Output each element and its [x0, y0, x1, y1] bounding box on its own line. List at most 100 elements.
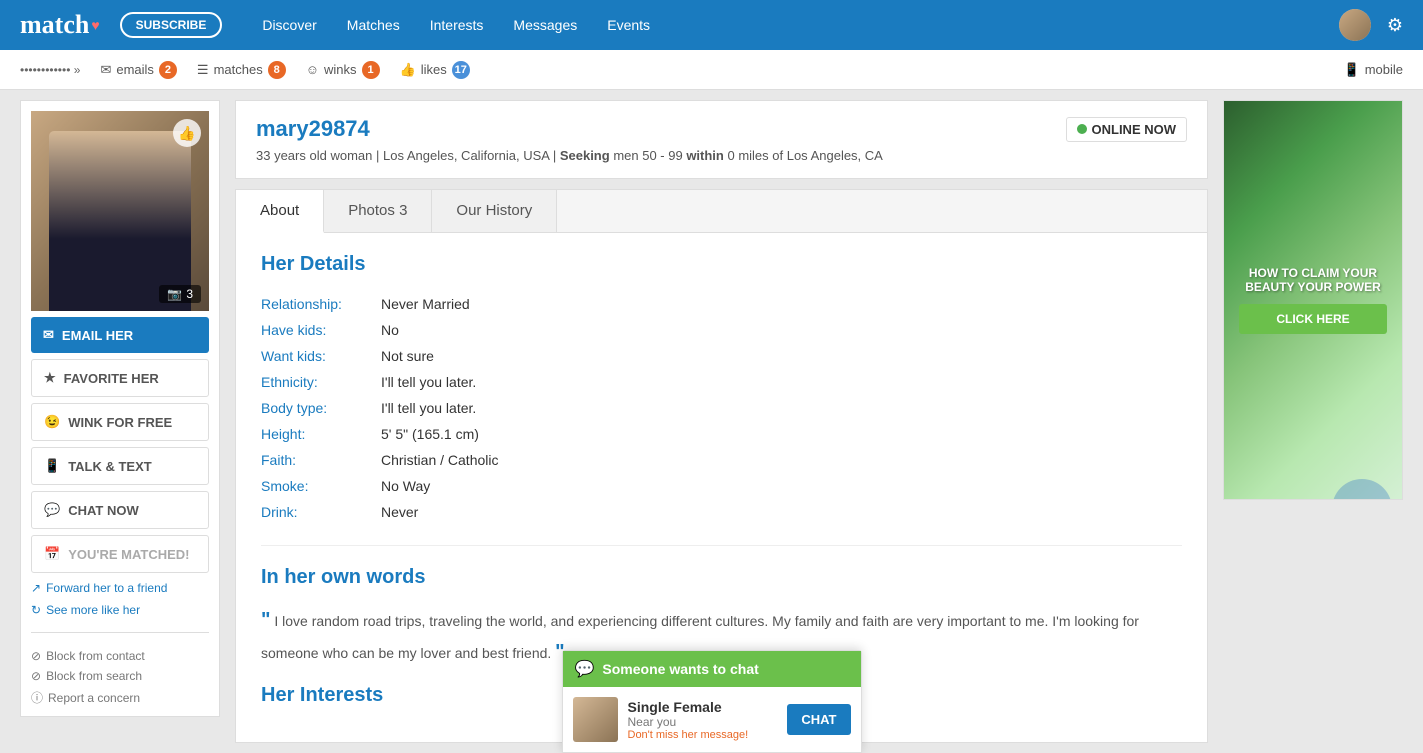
winks-badge: 1 [362, 61, 380, 79]
table-row: Smoke:No Way [261, 473, 499, 499]
winks-link[interactable]: ☺ winks 1 [306, 61, 380, 79]
talk-icon: 📱 [44, 458, 60, 474]
online-dot [1077, 124, 1087, 134]
profile-photo-container: 👍 📷 3 [31, 111, 209, 311]
likes-link[interactable]: 👍 likes 17 [400, 61, 470, 79]
middle-panel: mary29874 ONLINE NOW 33 years old woman … [235, 100, 1208, 743]
avatar[interactable] [1339, 9, 1371, 41]
nav-interests[interactable]: Interests [430, 17, 484, 33]
nav-right: ⚙ [1339, 9, 1403, 41]
likes-icon: 👍 [400, 62, 416, 78]
field-value: I'll tell you later. [381, 369, 499, 395]
chat-popup-title: Someone wants to chat [602, 661, 758, 677]
profile-username: mary29874 [256, 116, 370, 142]
right-panel: HOW TO CLAIM YOUR BEAUTY YOUR POWER CLIC… [1223, 100, 1403, 743]
subscribe-button[interactable]: SUBSCRIBE [120, 12, 223, 38]
forward-icon: ↗ [31, 581, 41, 595]
like-icon: 👍 [173, 119, 201, 147]
nav-messages[interactable]: Messages [513, 17, 577, 33]
matches-badge: 8 [268, 61, 286, 79]
table-row: Faith:Christian / Catholic [261, 447, 499, 473]
ad-banner: HOW TO CLAIM YOUR BEAUTY YOUR POWER CLIC… [1223, 100, 1403, 500]
gear-icon[interactable]: ⚙ [1387, 15, 1403, 36]
emails-label: emails [116, 62, 154, 77]
chat-user-name: Single Female [628, 699, 778, 715]
field-label: Want kids: [261, 343, 381, 369]
mobile-label: mobile [1365, 62, 1403, 77]
chat-user-info: Single Female Near you Don't miss her me… [628, 699, 778, 741]
forward-link[interactable]: ↗ Forward her to a friend [31, 581, 209, 595]
field-value: Never Married [381, 291, 499, 317]
matched-btn-label: YOU'RE MATCHED! [68, 547, 189, 562]
online-badge: ONLINE NOW [1066, 117, 1188, 142]
profile-photo-card: 👍 📷 3 ✉ EMAIL HER ★ FAVORITE HER 😉 WINK … [20, 100, 220, 717]
field-label: Relationship: [261, 291, 381, 317]
email-icon: ✉ [100, 62, 111, 78]
profile-header: mary29874 ONLINE NOW 33 years old woman … [235, 100, 1208, 179]
favorite-her-button[interactable]: ★ FAVORITE HER [31, 359, 209, 397]
field-value: No Way [381, 473, 499, 499]
matched-button: 📅 YOU'RE MATCHED! [31, 535, 209, 573]
top-navigation: match ♥ SUBSCRIBE Discover Matches Inter… [0, 0, 1423, 50]
nav-matches[interactable]: Matches [347, 17, 400, 33]
field-value: Never [381, 499, 499, 525]
left-panel: 👍 📷 3 ✉ EMAIL HER ★ FAVORITE HER 😉 WINK … [20, 100, 220, 743]
field-value: Christian / Catholic [381, 447, 499, 473]
matches-link[interactable]: ☰ matches 8 [197, 61, 286, 79]
details-table: Relationship:Never MarriedHave kids:NoWa… [261, 291, 499, 525]
tab-photos[interactable]: Photos 3 [324, 190, 432, 232]
tab-about[interactable]: About [236, 190, 324, 233]
chat-now-popup-button[interactable]: CHAT [787, 704, 850, 735]
field-label: Ethnicity: [261, 369, 381, 395]
table-row: Drink:Never [261, 499, 499, 525]
favorite-btn-label: FAVORITE HER [64, 371, 159, 386]
logo-heart: ♥ [91, 17, 99, 33]
block-search-icon: ⊘ [31, 669, 41, 683]
username-link[interactable]: •••••••••••• [20, 63, 80, 77]
chat-now-button[interactable]: 💬 CHAT NOW [31, 491, 209, 529]
block-search-label: Block from search [46, 669, 142, 683]
nav-discover[interactable]: Discover [262, 17, 316, 33]
chat-popup-icon: 💬 [575, 659, 595, 679]
block-icon: ⊘ [31, 649, 41, 663]
block-search-link[interactable]: ⊘ Block from search [31, 669, 209, 683]
block-contact-label: Block from contact [46, 649, 145, 663]
report-concern-link[interactable]: ⓘ Report a concern [31, 689, 209, 706]
star-icon: ★ [44, 370, 56, 386]
forward-label: Forward her to a friend [46, 581, 167, 595]
table-row: Want kids:Not sure [261, 343, 499, 369]
tab-history[interactable]: Our History [432, 190, 557, 232]
chat-popup: 💬 Someone wants to chat Single Female Ne… [562, 650, 862, 753]
wink-btn-label: WINK FOR FREE [68, 415, 172, 430]
emails-link[interactable]: ✉ emails 2 [100, 61, 176, 79]
field-label: Faith: [261, 447, 381, 473]
table-row: Body type:I'll tell you later. [261, 395, 499, 421]
field-value: 5' 5" (165.1 cm) [381, 421, 499, 447]
talk-text-button[interactable]: 📱 TALK & TEXT [31, 447, 209, 485]
see-more-link[interactable]: ↻ See more like her [31, 603, 209, 617]
nav-events[interactable]: Events [607, 17, 650, 33]
table-row: Relationship:Never Married [261, 291, 499, 317]
field-label: Body type: [261, 395, 381, 421]
likes-label: likes [421, 62, 447, 77]
see-more-label: See more like her [46, 603, 140, 617]
photo-count-badge: 📷 3 [159, 285, 201, 303]
chat-popup-body: Single Female Near you Don't miss her me… [563, 687, 861, 752]
chat-popup-header: 💬 Someone wants to chat [563, 651, 861, 687]
profile-details-line: 33 years old woman | Los Angeles, Califo… [256, 148, 1187, 163]
profile-photo[interactable]: 👍 📷 3 [31, 111, 209, 311]
block-contact-link[interactable]: ⊘ Block from contact [31, 649, 209, 663]
field-label: Drink: [261, 499, 381, 525]
field-label: Height: [261, 421, 381, 447]
wink-button[interactable]: 😉 WINK FOR FREE [31, 403, 209, 441]
logo-text: match [20, 10, 89, 40]
open-quote: " [261, 609, 270, 631]
winks-label: winks [324, 62, 357, 77]
wink-icon: 😉 [44, 414, 60, 430]
ad-cta-button[interactable]: CLICK HERE [1239, 304, 1387, 334]
block-section: ⊘ Block from contact ⊘ Block from search… [31, 632, 209, 706]
mobile-link[interactable]: 📱 mobile [1344, 62, 1403, 78]
email-her-button[interactable]: ✉ EMAIL HER [31, 317, 209, 353]
report-label: Report a concern [48, 691, 140, 705]
matches-icon: ☰ [197, 62, 209, 78]
